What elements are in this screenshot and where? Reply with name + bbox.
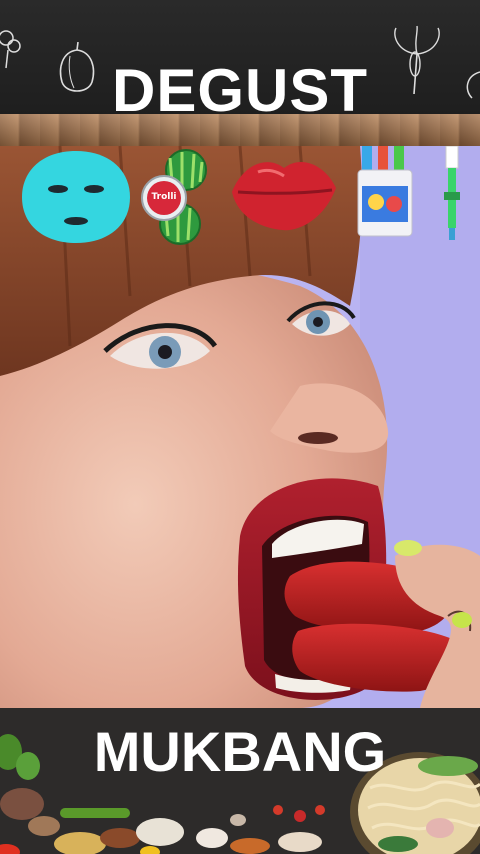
spray-candy-bottles-icon — [357, 146, 413, 237]
wood-plank — [0, 114, 480, 146]
main-photo: Trolli — [0, 146, 480, 708]
header-title: DEGUST — [111, 57, 369, 118]
lollipop-stick-icon — [444, 146, 460, 240]
candy-brand-label: Trolli — [151, 192, 177, 202]
watermelon-candy-sticker: Trolli — [138, 148, 212, 248]
footer-title: MUKBANG — [93, 720, 387, 783]
lips-icon — [232, 161, 336, 231]
top-banner: DEGUST — [0, 0, 480, 118]
bottom-banner: MUKBANG — [0, 708, 480, 854]
face-mask-icon — [22, 151, 130, 243]
